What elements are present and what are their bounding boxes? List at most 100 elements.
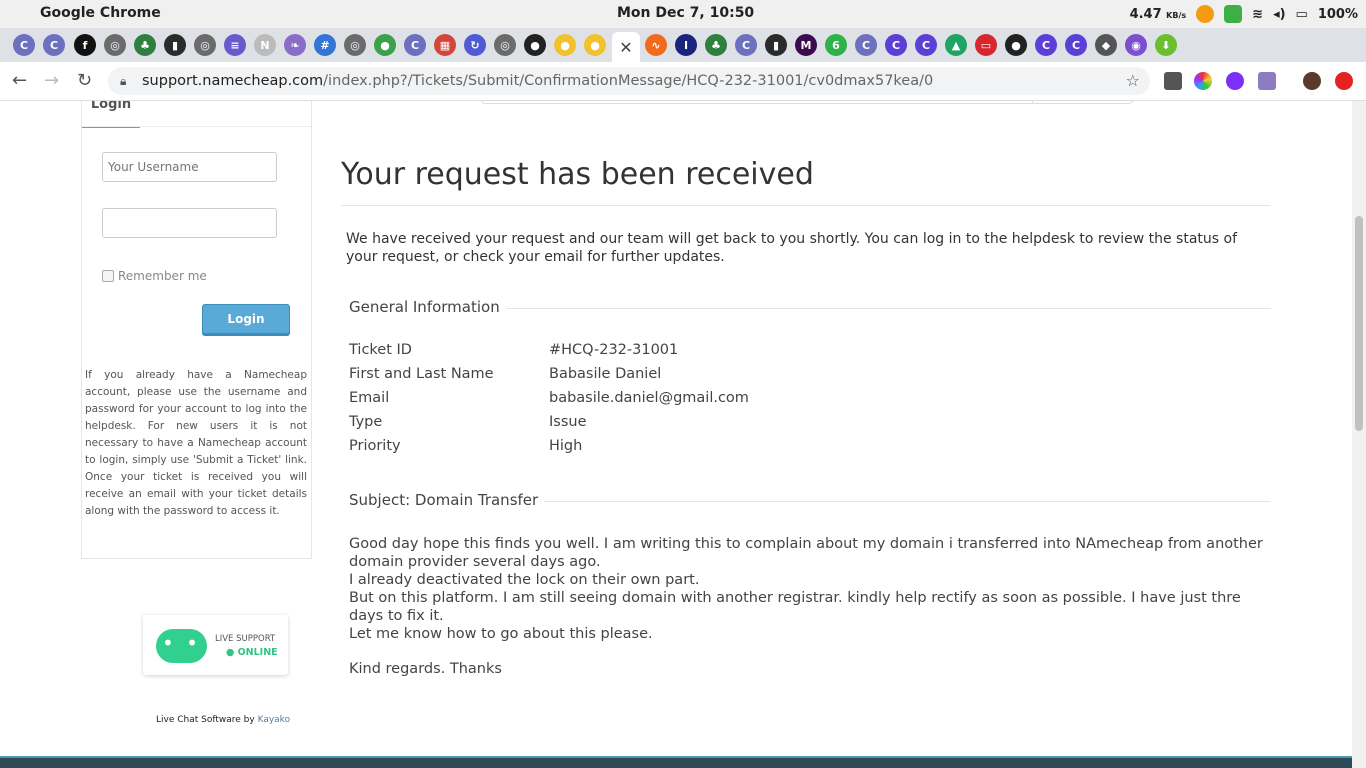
tab-bulb-icon[interactable]: ● [584, 34, 606, 56]
tab-nikki-icon[interactable]: N [254, 34, 276, 56]
tab-c-icon[interactable]: C [43, 34, 65, 56]
battery-level: 100% [1317, 6, 1358, 22]
vlc-icon[interactable] [1196, 5, 1215, 23]
reload-icon[interactable]: ↻ [77, 70, 92, 91]
tab-docs-icon[interactable]: ≡ [224, 34, 246, 56]
tab-globe-icon[interactable]: ◎ [104, 34, 126, 56]
tab-leaf-icon[interactable]: ● [374, 34, 396, 56]
tab-planet-icon[interactable]: ◉ [1125, 34, 1147, 56]
tab-c-icon[interactable]: C [1065, 34, 1087, 56]
kayako-link[interactable]: Kayako [258, 715, 291, 725]
bookmark-star-icon[interactable]: ☆ [1126, 67, 1140, 95]
forward-icon[interactable]: → [44, 70, 59, 91]
system-menubar: Google Chrome Mon Dec 7, 10:50 4.47 KB/s… [0, 0, 1366, 28]
tab-oracle-icon[interactable]: ▭ [975, 34, 997, 56]
tab-globe-icon[interactable]: ◎ [494, 34, 516, 56]
tab-c-icon[interactable]: C [735, 34, 757, 56]
powered-by: Live Chat Software by Kayako [156, 715, 290, 725]
remember-checkbox[interactable] [102, 270, 114, 282]
live-support-label: LIVE SUPPORT [215, 634, 276, 644]
tab-feather-icon[interactable]: ❧ [284, 34, 306, 56]
username-input[interactable] [102, 152, 277, 182]
field-email: Email babasile.daniel@gmail.com [349, 390, 749, 406]
url-text[interactable]: support.namecheap.com/index.php?/Tickets… [142, 67, 933, 95]
field-value: High [549, 438, 583, 454]
tab-c-icon[interactable]: C [1035, 34, 1057, 56]
field-ticket-id: Ticket ID #HCQ-232-31001 [349, 342, 678, 358]
extension-colorwheel-icon[interactable] [1194, 72, 1212, 90]
powered-by-text: Live Chat Software by [156, 715, 258, 725]
extension-tag-icon[interactable] [1258, 72, 1276, 90]
tab-strip: C Cf ◎ ♣ ▮ ◎ ≡ N ❧ # ◎ ● C ▦ ↻ ◎ ● ● ● ∿ I ♣ C ▮ M 6 C C C ▲ ▭ ● C C ◆ ◉ ⬇ ✕… [0, 28, 1366, 81]
title-divider [341, 205, 1271, 206]
field-label: Email [349, 390, 390, 406]
field-type: Type Issue [349, 414, 587, 430]
subject-heading: Subject: Domain Transfer [349, 491, 545, 509]
online-status: ● ONLINE [226, 647, 278, 658]
tab-square-icon[interactable]: ▮ [765, 34, 787, 56]
tab-cap-icon[interactable]: ◆ [1095, 34, 1117, 56]
update-icon[interactable] [1335, 72, 1353, 90]
field-label: Priority [349, 438, 401, 454]
page-scrollbar[interactable] [1352, 101, 1366, 768]
password-input[interactable] [102, 208, 277, 238]
back-icon[interactable]: ← [12, 70, 27, 91]
section-divider [500, 308, 1271, 309]
login-tab[interactable]: Login [82, 101, 140, 128]
tab-wave-icon[interactable]: ∿ [645, 34, 667, 56]
page-content: Login Remember me Login If you already h… [0, 101, 1352, 768]
login-button[interactable]: Login [202, 304, 290, 334]
tab-m-icon[interactable]: M [795, 34, 817, 56]
active-tab-close-icon[interactable]: ✕ [612, 32, 640, 62]
tab-github-icon[interactable]: ● [1005, 34, 1027, 56]
tab-hash-icon[interactable]: # [314, 34, 336, 56]
profile-avatar[interactable] [1303, 72, 1321, 90]
check-icon[interactable] [1224, 5, 1243, 23]
tab-leaf-icon[interactable]: ♣ [134, 34, 156, 56]
field-label: Ticket ID [349, 342, 412, 358]
tab-c-icon[interactable]: C [915, 34, 937, 56]
extension-eyedropper-icon[interactable] [1164, 72, 1182, 90]
address-bar[interactable]: 🔒︎ support.namecheap.com/index.php?/Tick… [108, 67, 1150, 95]
tab-bulb-icon[interactable]: ● [554, 34, 576, 56]
tab-leaf-icon[interactable]: ♣ [705, 34, 727, 56]
tab-c-icon[interactable]: C [13, 34, 35, 56]
tab-drive-icon[interactable]: ▲ [945, 34, 967, 56]
clock[interactable]: Mon Dec 7, 10:50 [617, 5, 754, 21]
wifi-icon[interactable]: ≋ [1252, 7, 1263, 22]
scrollbar-thumb[interactable] [1355, 216, 1363, 431]
field-value: #HCQ-232-31001 [549, 342, 679, 358]
tab-c-icon[interactable]: C [404, 34, 426, 56]
tab-c-icon[interactable]: C [885, 34, 907, 56]
remember-me[interactable]: Remember me [102, 269, 207, 283]
tab-six-icon[interactable]: 6 [825, 34, 847, 56]
tab-c-icon[interactable]: C [855, 34, 877, 56]
message-signoff: Kind regards. Thanks [349, 661, 502, 677]
tab-globe-icon[interactable]: ◎ [344, 34, 366, 56]
extension-s-icon[interactable] [1226, 72, 1244, 90]
field-label: Type [349, 414, 383, 430]
tab-refresh-icon[interactable]: ↻ [464, 34, 486, 56]
tab-github-icon[interactable]: ● [524, 34, 546, 56]
message-line: But on this platform. I am still seeing … [349, 590, 1241, 624]
tab-globe-icon[interactable]: ◎ [194, 34, 216, 56]
login-sidebar: Login Remember me Login If you already h… [81, 101, 312, 559]
live-chat-widget[interactable]: • • • LIVE SUPPORT ● ONLINE [143, 615, 288, 683]
chat-bubble-icon[interactable]: • • • [156, 629, 207, 683]
section-divider [500, 501, 1271, 502]
field-name: First and Last Name Babasile Daniel [349, 366, 661, 382]
tab-f-icon[interactable]: f [74, 34, 96, 56]
page-footer [0, 756, 1352, 768]
volume-icon[interactable]: ◂) [1273, 7, 1285, 22]
message-line: Let me know how to go about this please. [349, 626, 653, 642]
app-name[interactable]: Google Chrome [40, 5, 161, 21]
tab-i-icon[interactable]: I [675, 34, 697, 56]
login-help-text: If you already have a Namecheap account,… [85, 369, 307, 517]
top-search-field-edge[interactable] [481, 101, 1133, 104]
tab-download-icon[interactable]: ⬇ [1155, 34, 1177, 56]
message-line: I already deactivated the lock on their … [349, 572, 700, 588]
tab-grid-icon[interactable]: ▦ [434, 34, 456, 56]
tab-square-icon[interactable]: ▮ [164, 34, 186, 56]
lock-icon[interactable]: 🔒︎ [120, 67, 126, 95]
battery-icon[interactable]: ▭ [1296, 7, 1308, 22]
